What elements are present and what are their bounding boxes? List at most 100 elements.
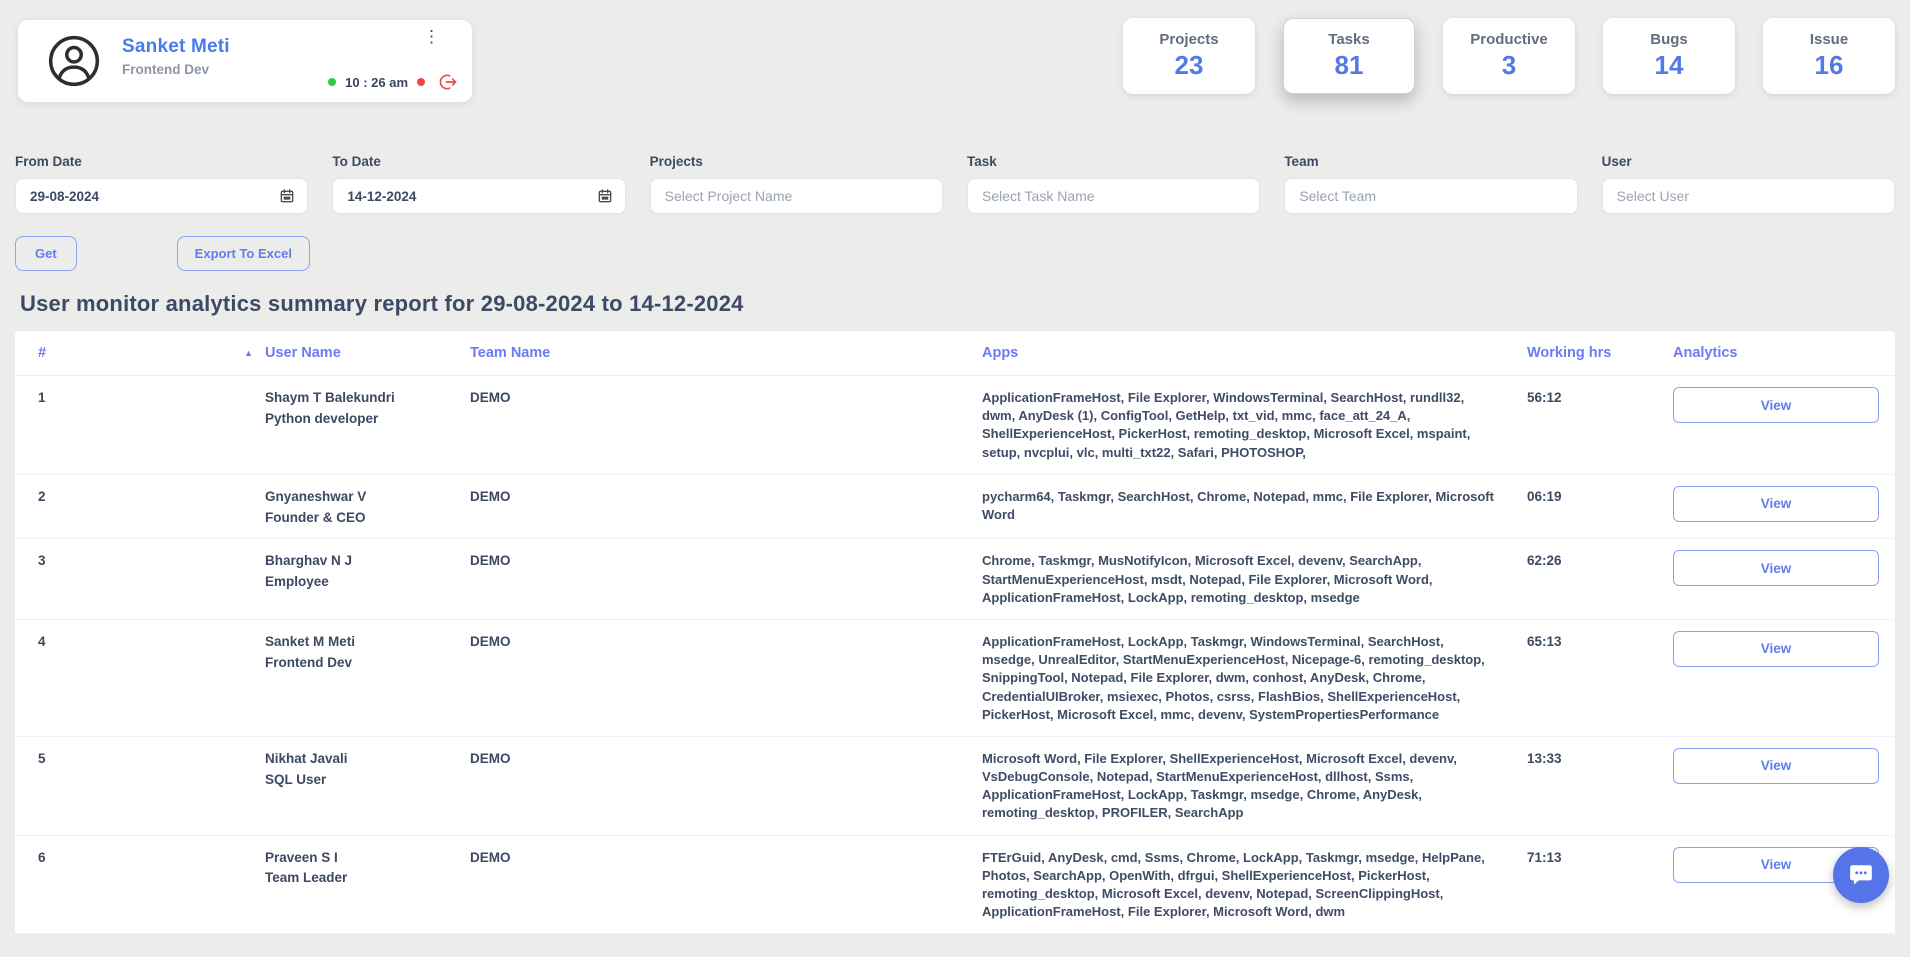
header-analytics[interactable]: Analytics bbox=[1673, 345, 1895, 361]
cell-apps: pycharm64, Taskmgr, SearchHost, Chrome, … bbox=[982, 488, 1527, 524]
cell-user: Sanket M Meti Frontend Dev bbox=[265, 633, 470, 672]
filter-label: Task bbox=[967, 154, 1260, 169]
user-role: Frontend Dev bbox=[122, 62, 209, 77]
cell-index: 2 bbox=[15, 488, 265, 506]
select-input[interactable]: Select Project Name bbox=[650, 178, 943, 214]
cell-index: 3 bbox=[15, 552, 265, 570]
cell-user-name: Gnyaneshwar V bbox=[265, 489, 366, 504]
status-row: 10 : 26 am bbox=[328, 72, 458, 92]
filter-label: Projects bbox=[650, 154, 943, 169]
cell-user-name: Sanket M Meti bbox=[265, 634, 355, 649]
header-team-name[interactable]: Team Name bbox=[470, 345, 982, 361]
chat-bubble-icon bbox=[1848, 862, 1874, 888]
user-card: Sanket Meti Frontend Dev ⋮ 10 : 26 am bbox=[18, 20, 472, 102]
cell-user-name: Praveen S I bbox=[265, 850, 338, 865]
cell-index: 4 bbox=[15, 633, 265, 651]
user-name: Sanket Meti bbox=[122, 36, 230, 58]
cell-user: Praveen S I Team Leader bbox=[265, 849, 470, 888]
report-title: User monitor analytics summary report fo… bbox=[20, 291, 1910, 317]
header-working-hrs[interactable]: Working hrs bbox=[1527, 345, 1673, 361]
stat-card-issue[interactable]: Issue 16 bbox=[1763, 18, 1895, 94]
cell-working-hrs: 13:33 bbox=[1527, 750, 1673, 768]
online-status-dot bbox=[328, 78, 336, 86]
cell-index: 5 bbox=[15, 750, 265, 768]
select-input[interactable]: Select Team bbox=[1284, 178, 1577, 214]
offline-status-dot bbox=[417, 78, 425, 86]
table-row: 5 Nikhat Javali SQL User DEMO Microsoft … bbox=[15, 737, 1895, 836]
summary-table: # ▲ User Name Team Name Apps Working hrs… bbox=[15, 331, 1895, 934]
cell-apps: ApplicationFrameHost, File Explorer, Win… bbox=[982, 389, 1527, 462]
stat-card-bugs[interactable]: Bugs 14 bbox=[1603, 18, 1735, 94]
chat-fab-button[interactable] bbox=[1833, 847, 1889, 903]
calendar-icon[interactable] bbox=[597, 188, 613, 204]
cell-apps: Microsoft Word, File Explorer, ShellExpe… bbox=[982, 750, 1527, 823]
stat-label: Tasks bbox=[1328, 31, 1369, 48]
stat-label: Productive bbox=[1470, 31, 1548, 48]
stat-card-productive[interactable]: Productive 3 bbox=[1443, 18, 1575, 94]
cell-user-name: Nikhat Javali bbox=[265, 751, 348, 766]
stat-card-tasks[interactable]: Tasks 81 bbox=[1283, 18, 1415, 94]
table-row: 1 Shaym T Balekundri Python developer DE… bbox=[15, 376, 1895, 475]
cell-team: DEMO bbox=[470, 488, 982, 506]
select-input[interactable]: Select User bbox=[1602, 178, 1895, 214]
cell-user-role: Employee bbox=[265, 573, 470, 591]
export-to-excel-button[interactable]: Export To Excel bbox=[177, 236, 310, 271]
cell-user: Bharghav N J Employee bbox=[265, 552, 470, 591]
stat-value: 81 bbox=[1335, 50, 1364, 81]
cell-user-name: Bharghav N J bbox=[265, 553, 352, 568]
cell-working-hrs: 06:19 bbox=[1527, 488, 1673, 506]
cell-working-hrs: 71:13 bbox=[1527, 849, 1673, 867]
cell-apps: FTErGuid, AnyDesk, cmd, Ssms, Chrome, Lo… bbox=[982, 849, 1527, 922]
filter-label: Team bbox=[1284, 154, 1577, 169]
view-button[interactable]: View bbox=[1673, 387, 1879, 423]
stat-value: 16 bbox=[1815, 50, 1844, 81]
cell-index: 1 bbox=[15, 389, 265, 407]
table-row: 3 Bharghav N J Employee DEMO Chrome, Tas… bbox=[15, 539, 1895, 620]
cell-user-role: Founder & CEO bbox=[265, 509, 470, 527]
cell-team: DEMO bbox=[470, 849, 982, 867]
clock-time: 10 : 26 am bbox=[345, 75, 408, 90]
stat-value: 23 bbox=[1175, 50, 1204, 81]
calendar-icon[interactable] bbox=[279, 188, 295, 204]
filter-team: Team Select Team bbox=[1284, 154, 1577, 214]
table-row: 6 Praveen S I Team Leader DEMO FTErGuid,… bbox=[15, 836, 1895, 935]
cell-team: DEMO bbox=[470, 633, 982, 651]
user-avatar-icon bbox=[46, 33, 102, 89]
table-row: 2 Gnyaneshwar V Founder & CEO DEMO pycha… bbox=[15, 475, 1895, 540]
cell-team: DEMO bbox=[470, 389, 982, 407]
cell-analytics: View bbox=[1673, 633, 1895, 667]
filter-to-date: To Date 14-12-2024 bbox=[332, 154, 625, 214]
stat-label: Bugs bbox=[1650, 31, 1688, 48]
view-button[interactable]: View bbox=[1673, 550, 1879, 586]
filter-user: User Select User bbox=[1602, 154, 1895, 214]
view-button[interactable]: View bbox=[1673, 631, 1879, 667]
select-input[interactable]: Select Task Name bbox=[967, 178, 1260, 214]
logout-icon[interactable] bbox=[438, 72, 458, 92]
header-apps[interactable]: Apps bbox=[982, 345, 1527, 361]
stat-value: 14 bbox=[1655, 50, 1684, 81]
header-user-name[interactable]: User Name bbox=[265, 345, 470, 361]
get-button[interactable]: Get bbox=[15, 236, 77, 271]
view-button[interactable]: View bbox=[1673, 748, 1879, 784]
stat-label: Projects bbox=[1159, 31, 1218, 48]
cell-analytics: View bbox=[1673, 750, 1895, 784]
actions-bar: Get Export To Excel bbox=[15, 236, 1895, 271]
stat-card-projects[interactable]: Projects 23 bbox=[1123, 18, 1255, 94]
cell-user: Gnyaneshwar V Founder & CEO bbox=[265, 488, 470, 527]
cell-working-hrs: 56:12 bbox=[1527, 389, 1673, 407]
filter-label: To Date bbox=[332, 154, 625, 169]
date-input[interactable]: 29-08-2024 bbox=[15, 178, 308, 214]
table-header-row: # ▲ User Name Team Name Apps Working hrs… bbox=[15, 331, 1895, 376]
cell-analytics: View bbox=[1673, 552, 1895, 586]
cell-user-role: Frontend Dev bbox=[265, 654, 470, 672]
date-input[interactable]: 14-12-2024 bbox=[332, 178, 625, 214]
kebab-menu-icon[interactable]: ⋮ bbox=[423, 28, 440, 45]
filter-label: From Date bbox=[15, 154, 308, 169]
sort-asc-icon[interactable]: ▲ bbox=[244, 348, 253, 358]
cell-analytics: View bbox=[1673, 389, 1895, 423]
cell-user: Nikhat Javali SQL User bbox=[265, 750, 470, 789]
cell-analytics: View bbox=[1673, 488, 1895, 522]
table-body: 1 Shaym T Balekundri Python developer DE… bbox=[15, 376, 1895, 934]
header-index[interactable]: # ▲ bbox=[15, 345, 265, 361]
view-button[interactable]: View bbox=[1673, 486, 1879, 522]
